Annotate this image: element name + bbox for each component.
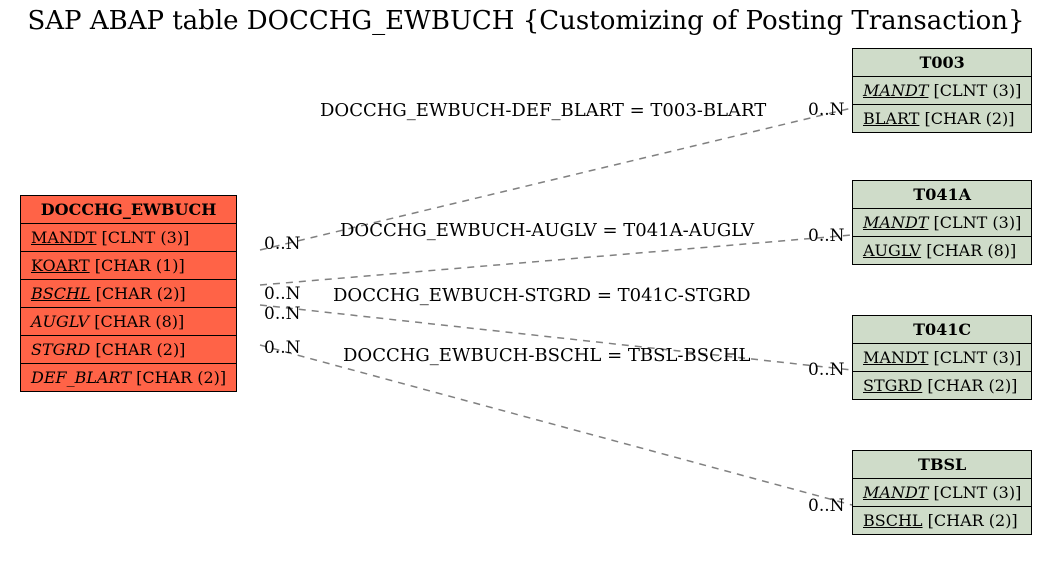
- field: MANDT [CLNT (3)]: [853, 77, 1032, 105]
- cardinality: 0..N: [808, 226, 845, 246]
- field: MANDT [CLNT (3)]: [21, 224, 237, 252]
- cardinality: 0..N: [808, 100, 845, 120]
- entity-t041a: T041A MANDT [CLNT (3)] AUGLV [CHAR (8)]: [852, 180, 1032, 265]
- field: BSCHL [CHAR (2)]: [21, 280, 237, 308]
- cardinality: 0..N: [264, 234, 301, 254]
- field: AUGLV [CHAR (8)]: [853, 237, 1032, 265]
- entity-tbsl: TBSL MANDT [CLNT (3)] BSCHL [CHAR (2)]: [852, 450, 1032, 535]
- field: DEF_BLART [CHAR (2)]: [21, 364, 237, 392]
- cardinality: 0..N: [264, 304, 301, 324]
- page-title: SAP ABAP table DOCCHG_EWBUCH {Customizin…: [0, 6, 1052, 36]
- entity-name: T041A: [853, 181, 1032, 209]
- field: KOART [CHAR (1)]: [21, 252, 237, 280]
- relation-label: DOCCHG_EWBUCH-DEF_BLART = T003-BLART: [320, 100, 766, 121]
- field: STGRD [CHAR (2)]: [21, 336, 237, 364]
- field: BSCHL [CHAR (2)]: [853, 507, 1032, 535]
- field: STGRD [CHAR (2)]: [853, 372, 1032, 400]
- field: MANDT [CLNT (3)]: [853, 344, 1032, 372]
- cardinality: 0..N: [808, 360, 845, 380]
- entity-docchg-ewbuch: DOCCHG_EWBUCH MANDT [CLNT (3)] KOART [CH…: [20, 195, 237, 392]
- entity-name: T041C: [853, 316, 1032, 344]
- field: AUGLV [CHAR (8)]: [21, 308, 237, 336]
- relation-label: DOCCHG_EWBUCH-BSCHL = TBSL-BSCHL: [343, 345, 751, 366]
- field: BLART [CHAR (2)]: [853, 105, 1032, 133]
- cardinality: 0..N: [808, 496, 845, 516]
- entity-t003: T003 MANDT [CLNT (3)] BLART [CHAR (2)]: [852, 48, 1032, 133]
- entity-name: DOCCHG_EWBUCH: [21, 196, 237, 224]
- entity-name: TBSL: [853, 451, 1032, 479]
- relation-label: DOCCHG_EWBUCH-AUGLV = T041A-AUGLV: [340, 220, 754, 241]
- field: MANDT [CLNT (3)]: [853, 209, 1032, 237]
- cardinality: 0..N: [264, 338, 301, 358]
- field: MANDT [CLNT (3)]: [853, 479, 1032, 507]
- entity-t041c: T041C MANDT [CLNT (3)] STGRD [CHAR (2)]: [852, 315, 1032, 400]
- relation-label: DOCCHG_EWBUCH-STGRD = T041C-STGRD: [333, 285, 751, 306]
- cardinality: 0..N: [264, 284, 301, 304]
- entity-name: T003: [853, 49, 1032, 77]
